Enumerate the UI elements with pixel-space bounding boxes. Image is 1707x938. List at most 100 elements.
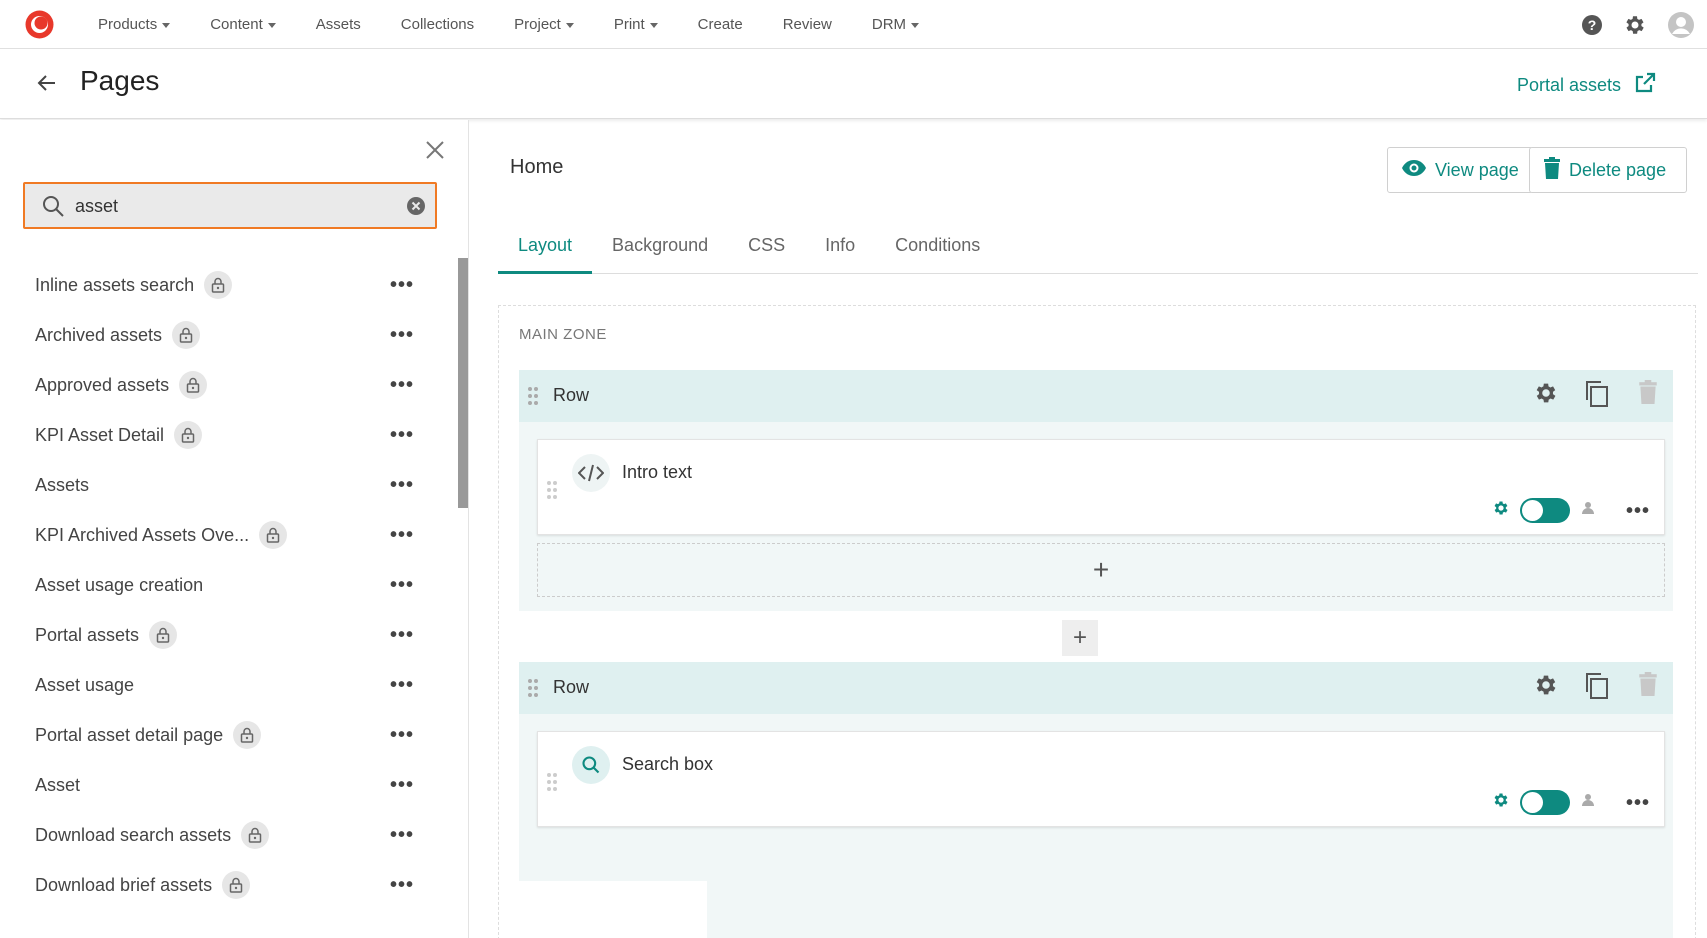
tab-css[interactable]: CSS: [728, 228, 805, 274]
nav-item-collections[interactable]: Collections: [381, 16, 494, 33]
more-options-icon[interactable]: •••: [390, 675, 414, 695]
page-list-item[interactable]: Archived assets •••: [0, 310, 458, 360]
tab-background[interactable]: Background: [592, 228, 728, 274]
main-zone: MAIN ZONE Row Intro text ••• + + Row Sea…: [498, 305, 1696, 938]
drag-handle-icon[interactable]: [527, 386, 539, 411]
external-link-icon: [1633, 71, 1657, 100]
nav-item-print[interactable]: Print: [594, 16, 678, 33]
more-options-icon[interactable]: •••: [390, 575, 414, 595]
more-options-icon[interactable]: •••: [390, 325, 414, 345]
row-title: Row: [553, 677, 590, 697]
more-options-icon[interactable]: •••: [390, 275, 414, 295]
more-options-icon[interactable]: •••: [390, 525, 414, 545]
back-arrow-icon[interactable]: [35, 71, 59, 100]
help-icon[interactable]: ?: [1581, 14, 1603, 36]
page-list-item[interactable]: Asset usage creation •••: [0, 560, 458, 610]
nav-item-drm[interactable]: DRM: [852, 16, 939, 33]
widget-settings-icon[interactable]: [1492, 499, 1510, 522]
nav-item-project[interactable]: Project: [494, 16, 594, 33]
widget-settings-icon[interactable]: [1492, 791, 1510, 814]
page-header: Pages Portal assets: [0, 49, 1707, 119]
row-settings-icon[interactable]: [1520, 672, 1571, 700]
row-delete-icon[interactable]: [1622, 672, 1673, 700]
more-options-icon[interactable]: •••: [390, 475, 414, 495]
clear-search-icon[interactable]: [406, 196, 426, 221]
svg-text:?: ?: [1588, 17, 1597, 33]
nav-item-label: Collections: [400, 16, 475, 33]
portal-assets-label: Portal assets: [1516, 75, 1621, 95]
page-list-item-label: Asset usage: [35, 674, 135, 695]
add-row-button[interactable]: +: [1062, 620, 1098, 656]
more-options-icon[interactable]: •••: [390, 775, 414, 795]
more-options-icon[interactable]: •••: [390, 825, 414, 845]
nav-item-label: Products: [98, 16, 158, 33]
delete-page-button[interactable]: Delete page: [1529, 147, 1687, 193]
close-icon[interactable]: [425, 140, 445, 165]
nav-item-label: Print: [613, 16, 645, 33]
user-avatar-icon[interactable]: [1667, 11, 1695, 39]
more-options-icon[interactable]: •••: [390, 875, 414, 895]
lock-icon: [172, 321, 201, 349]
page-list-item[interactable]: Approved assets •••: [0, 360, 458, 410]
row-duplicate-icon[interactable]: [1571, 672, 1622, 700]
view-page-button[interactable]: View page: [1387, 147, 1533, 193]
view-page-label: View page: [1435, 159, 1519, 180]
nav-item-content[interactable]: Content: [190, 16, 296, 33]
code-icon: [572, 454, 610, 492]
nav-item-review[interactable]: Review: [763, 16, 852, 33]
more-options-icon[interactable]: •••: [390, 425, 414, 445]
lock-icon: [149, 621, 178, 649]
lock-icon: [259, 521, 288, 549]
widget-label: Intro text: [622, 462, 693, 482]
tab-layout[interactable]: Layout: [498, 228, 593, 274]
nav-item-label: Review: [782, 16, 832, 33]
widget-drag-handle-icon[interactable]: [546, 480, 558, 505]
pages-sidebar: Inline assets search ••• Archived assets ••…: [0, 120, 469, 938]
user-icon: [1580, 500, 1596, 521]
widget-more-options-icon[interactable]: •••: [1626, 501, 1650, 521]
add-widget-button[interactable]: +: [537, 543, 1665, 597]
widget-card[interactable]: Intro text •••: [537, 439, 1665, 535]
more-options-icon[interactable]: •••: [390, 375, 414, 395]
nav-item-assets[interactable]: Assets: [296, 16, 381, 33]
more-options-icon[interactable]: •••: [390, 725, 414, 745]
page-list-item[interactable]: Inline assets search •••: [0, 260, 458, 310]
caret-down-icon: [162, 23, 171, 28]
widget-drag-handle-icon[interactable]: [546, 772, 558, 797]
row-settings-icon[interactable]: [1520, 380, 1571, 408]
page-title: Pages: [80, 65, 160, 96]
nav-item-products[interactable]: Products: [78, 16, 190, 33]
page-list-item[interactable]: Asset usage •••: [0, 660, 458, 710]
caret-down-icon: [565, 23, 574, 28]
row-delete-icon[interactable]: [1622, 380, 1673, 408]
sidebar-scrollbar[interactable]: [458, 258, 468, 508]
tab-info[interactable]: Info: [805, 228, 875, 274]
widget-card[interactable]: Search box •••: [537, 731, 1665, 827]
lock-icon: [241, 821, 270, 849]
page-list-item[interactable]: KPI Archived Assets Ove... •••: [0, 510, 458, 560]
page-list-item[interactable]: Download search assets •••: [0, 810, 458, 860]
portal-assets-link[interactable]: Portal assets: [1517, 71, 1657, 100]
nav-item-label: DRM: [871, 16, 907, 33]
search-icon: [41, 194, 65, 223]
settings-icon[interactable]: [1623, 13, 1647, 37]
app-logo-icon[interactable]: [24, 9, 55, 40]
eye-icon: [1401, 159, 1427, 182]
page-list-item[interactable]: Asset •••: [0, 760, 458, 810]
page-list-item[interactable]: Portal assets •••: [0, 610, 458, 660]
page-list-item[interactable]: Download brief assets •••: [0, 860, 458, 910]
page-list-item[interactable]: Portal asset detail page •••: [0, 710, 458, 760]
search-input[interactable]: [75, 194, 375, 218]
widget-more-options-icon[interactable]: •••: [1626, 793, 1650, 813]
page-list-item[interactable]: KPI Asset Detail •••: [0, 410, 458, 460]
page-list-item-label: Inline assets search: [35, 274, 195, 295]
page-list-item-label: Portal asset detail page: [35, 724, 224, 745]
widget-visibility-toggle[interactable]: [1519, 498, 1570, 523]
page-list-item[interactable]: Assets •••: [0, 460, 458, 510]
drag-handle-icon[interactable]: [527, 678, 539, 703]
nav-item-create[interactable]: Create: [678, 16, 763, 33]
more-options-icon[interactable]: •••: [390, 625, 414, 645]
tab-conditions[interactable]: Conditions: [875, 228, 1000, 274]
row-duplicate-icon[interactable]: [1571, 380, 1622, 408]
widget-visibility-toggle[interactable]: [1519, 790, 1570, 815]
